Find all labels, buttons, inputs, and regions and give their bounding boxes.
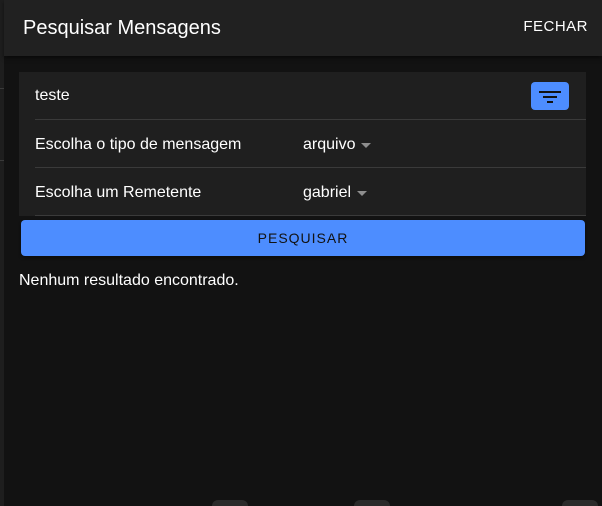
background-tab <box>212 500 248 506</box>
row-divider <box>35 215 586 216</box>
sender-row: Escolha um Remetente gabriel <box>19 168 586 216</box>
search-button[interactable]: PESQUISAR <box>21 220 585 256</box>
search-input[interactable]: teste <box>35 86 70 106</box>
chevron-down-icon <box>361 142 372 148</box>
background-tab <box>562 500 598 506</box>
sender-label: Escolha um Remetente <box>35 184 202 201</box>
background-tab <box>354 500 390 506</box>
chevron-down-icon <box>357 190 368 196</box>
sender-value: gabriel <box>303 184 352 201</box>
filter-toggle-button[interactable] <box>531 82 569 110</box>
search-row: teste <box>19 72 586 120</box>
message-type-row: Escolha o tipo de mensagem arquivo <box>19 120 586 168</box>
dialog-header: Pesquisar Mensagens FECHAR <box>4 0 602 56</box>
sender-select[interactable]: gabriel <box>303 183 368 203</box>
empty-results-message: Nenhum resultado encontrado. <box>19 272 239 289</box>
dialog-title: Pesquisar Mensagens <box>23 17 221 39</box>
message-type-label: Escolha o tipo de mensagem <box>35 136 242 153</box>
search-form: teste Escolha o tipo de mensagem arquivo… <box>19 72 586 216</box>
message-type-select[interactable]: arquivo <box>303 135 372 155</box>
message-type-value: arquivo <box>303 136 356 153</box>
search-messages-dialog: Pesquisar Mensagens FECHAR teste Escolha… <box>4 0 602 506</box>
close-button[interactable]: FECHAR <box>523 18 588 35</box>
filter-list-icon <box>539 91 561 103</box>
